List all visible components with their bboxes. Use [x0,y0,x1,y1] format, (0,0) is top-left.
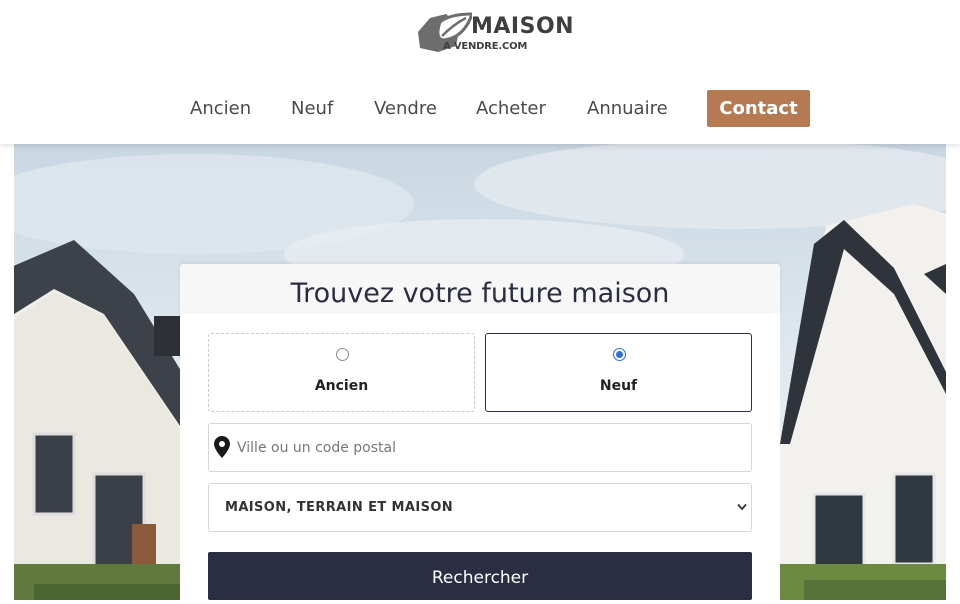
option-neuf[interactable]: Neuf [485,333,752,412]
map-pin-icon [214,436,230,458]
main-nav: Ancien Neuf Vendre Acheter Annuaire Cont… [0,90,960,128]
contact-button[interactable]: Contact [707,90,810,127]
radio-ancien[interactable] [336,348,349,361]
city-field[interactable] [208,423,752,472]
nav-item-vendre[interactable]: Vendre [374,90,437,128]
option-ancien[interactable]: Ancien [208,333,475,412]
radio-neuf[interactable] [613,348,626,361]
search-panel: Trouvez votre future maison Ancien Neuf … [180,264,780,600]
logo-name: MAISON [471,14,575,39]
search-title: Trouvez votre future maison [290,278,670,309]
search-form: Ancien Neuf MAISON, TERRAIN ET MAISON Re… [180,314,780,600]
option-ancien-label: Ancien [314,378,369,394]
search-button[interactable]: Rechercher [208,552,752,600]
site-header: MAISON A VENDRE.COM Ancien Neuf Vendre A… [0,0,960,144]
search-panel-header: Trouvez votre future maison [180,264,780,314]
option-neuf-label: Neuf [599,378,638,394]
city-input[interactable] [237,424,737,471]
nav-item-neuf[interactable]: Neuf [291,90,333,128]
property-type-value: MAISON, TERRAIN ET MAISON [225,500,454,515]
nav-item-acheter[interactable]: Acheter [476,90,546,128]
property-type-select[interactable]: MAISON, TERRAIN ET MAISON [208,483,752,532]
nav-item-annuaire[interactable]: Annuaire [587,90,668,128]
chevron-down-icon [737,503,747,511]
site-logo[interactable]: MAISON A VENDRE.COM [416,10,586,56]
nav-item-ancien[interactable]: Ancien [190,90,251,128]
logo-subline: A VENDRE.COM [443,41,528,52]
